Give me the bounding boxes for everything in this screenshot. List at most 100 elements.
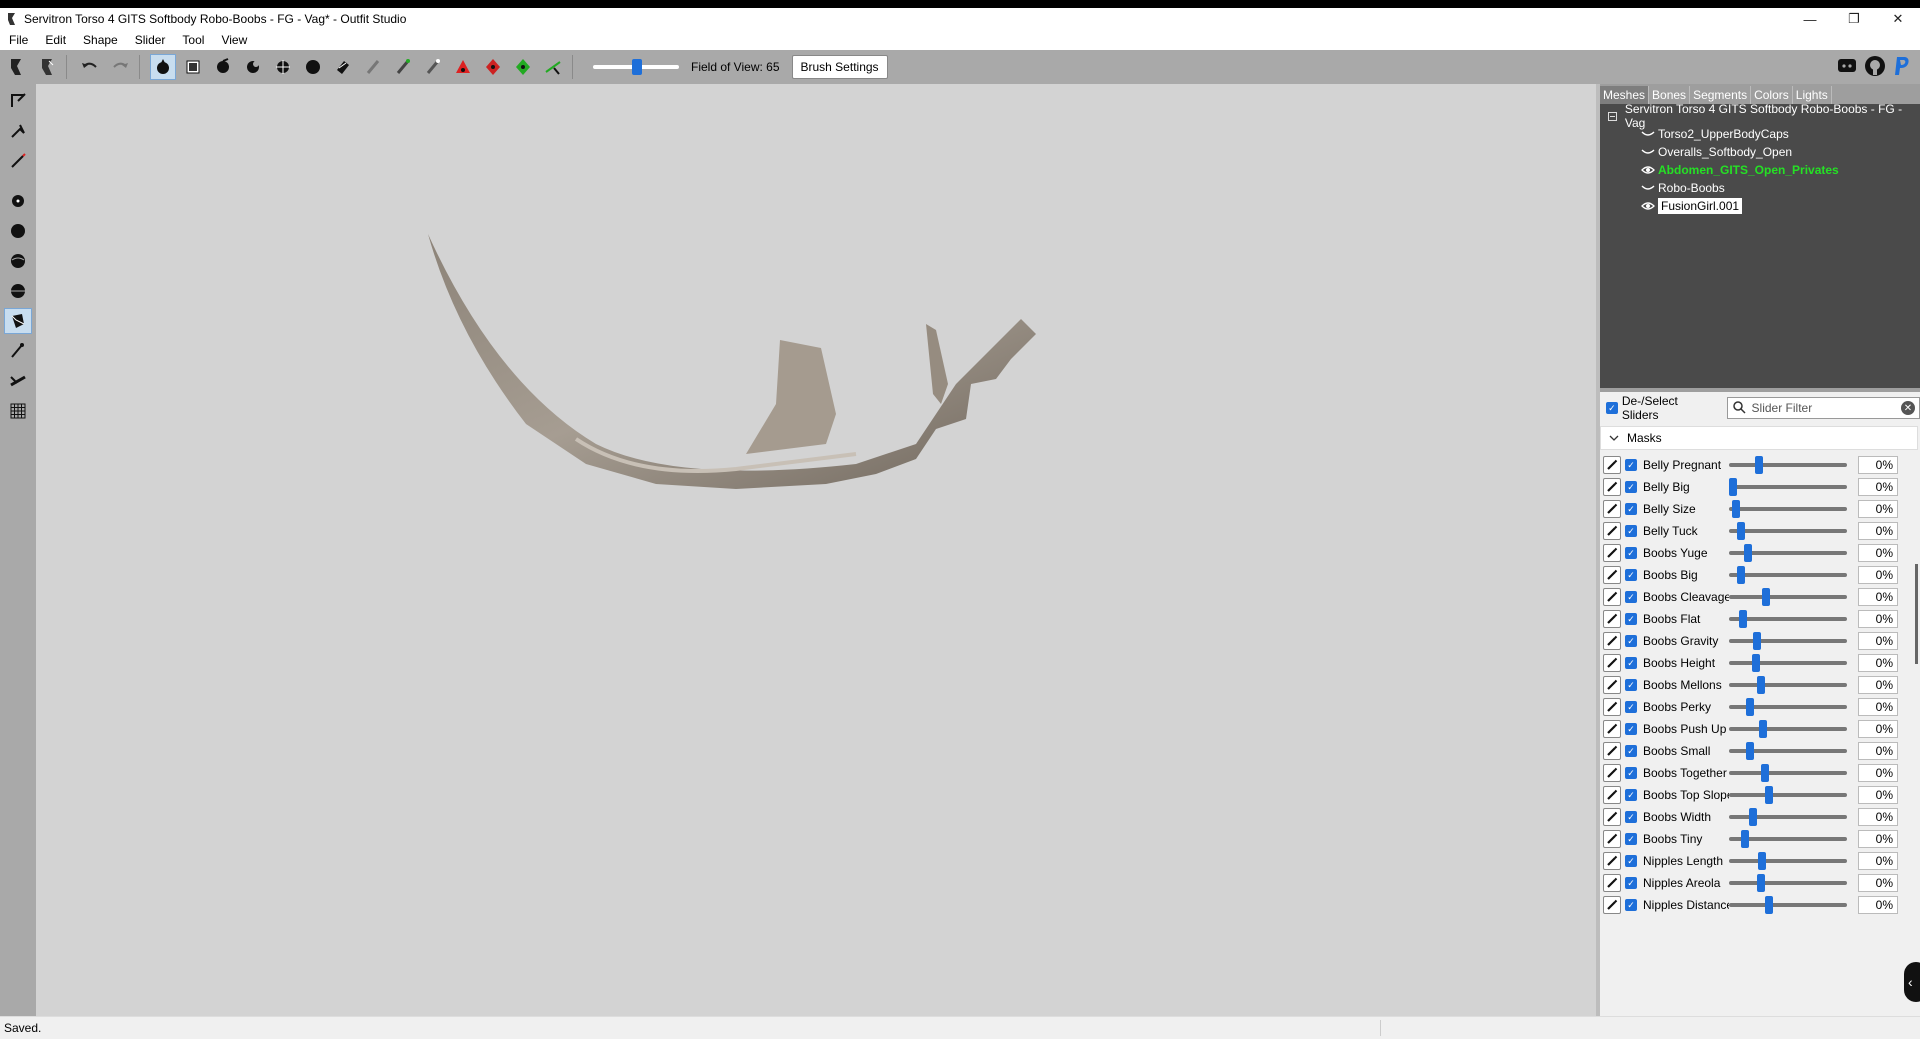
slider-track[interactable] — [1729, 896, 1847, 914]
edit-slider-icon[interactable] — [1603, 588, 1621, 606]
edit-slider-icon[interactable] — [1603, 720, 1621, 738]
slider-value[interactable]: 0% — [1858, 588, 1898, 606]
slider-knob[interactable] — [1741, 830, 1750, 848]
edit-slider-icon[interactable] — [1603, 632, 1621, 650]
slider-checkbox[interactable]: ✓ — [1625, 525, 1637, 537]
slider-track[interactable] — [1729, 852, 1847, 870]
slider-value[interactable]: 0% — [1858, 632, 1898, 650]
tree-item[interactable]: FusionGirl.001 — [1600, 197, 1920, 215]
slider-value[interactable]: 0% — [1858, 456, 1898, 474]
slider-value[interactable]: 0% — [1858, 830, 1898, 848]
slider-track[interactable] — [1729, 764, 1847, 782]
slider-checkbox[interactable]: ✓ — [1625, 789, 1637, 801]
mirror-logo-icon[interactable] — [34, 54, 60, 80]
hidden-eye-icon[interactable] — [1640, 182, 1656, 194]
edit-slider-icon[interactable] — [1603, 478, 1621, 496]
slider-value[interactable]: 0% — [1858, 478, 1898, 496]
fov-slider[interactable] — [593, 59, 679, 75]
eraser-icon[interactable] — [330, 54, 356, 80]
edit-slider-icon[interactable] — [1603, 786, 1621, 804]
slider-track[interactable] — [1729, 742, 1847, 760]
paint-brush-icon[interactable] — [420, 54, 446, 80]
sphere-shaded-icon[interactable] — [4, 248, 32, 274]
edit-slider-icon[interactable] — [1603, 896, 1621, 914]
slider-value[interactable]: 0% — [1858, 852, 1898, 870]
slider-checkbox[interactable]: ✓ — [1625, 481, 1637, 493]
slider-track[interactable] — [1729, 632, 1847, 650]
minimize-button[interactable]: — — [1788, 8, 1832, 30]
menu-view[interactable]: View — [212, 33, 255, 47]
slider-checkbox[interactable]: ✓ — [1625, 569, 1637, 581]
slider-track[interactable] — [1729, 676, 1847, 694]
menu-tool[interactable]: Tool — [173, 33, 212, 47]
slider-checkbox[interactable]: ✓ — [1625, 635, 1637, 647]
slider-track[interactable] — [1729, 566, 1847, 584]
tree-item[interactable]: Abdomen_GITS_Open_Privates — [1600, 161, 1920, 179]
edit-slider-icon[interactable] — [1603, 566, 1621, 584]
eye-icon[interactable] — [1640, 200, 1656, 212]
edit-slider-icon[interactable] — [1603, 698, 1621, 716]
edit-slider-icon[interactable] — [1603, 852, 1621, 870]
slider-checkbox[interactable]: ✓ — [1625, 503, 1637, 515]
slider-filter-input[interactable]: Slider Filter ✕ — [1726, 397, 1920, 419]
slider-track[interactable] — [1729, 830, 1847, 848]
slider-value[interactable]: 0% — [1858, 786, 1898, 804]
vertex-red-icon[interactable] — [450, 54, 476, 80]
slider-knob[interactable] — [1756, 874, 1765, 892]
slider-checkbox[interactable]: ✓ — [1625, 745, 1637, 757]
slider-knob[interactable] — [1745, 742, 1754, 760]
slider-knob[interactable] — [1738, 610, 1747, 628]
slider-value[interactable]: 0% — [1858, 676, 1898, 694]
slider-track[interactable] — [1729, 720, 1847, 738]
slider-knob[interactable] — [1748, 808, 1757, 826]
slider-value[interactable]: 0% — [1858, 566, 1898, 584]
slider-knob[interactable] — [1736, 522, 1745, 540]
slider-value[interactable]: 0% — [1858, 698, 1898, 716]
slider-checkbox[interactable]: ✓ — [1625, 613, 1637, 625]
slider-checkbox[interactable]: ✓ — [1625, 591, 1637, 603]
slider-track[interactable] — [1729, 478, 1847, 496]
mask-brush-icon[interactable] — [180, 54, 206, 80]
hidden-eye-icon[interactable] — [1640, 146, 1656, 158]
pivot-icon[interactable] — [4, 118, 32, 144]
menu-shape[interactable]: Shape — [74, 33, 126, 47]
edit-slider-icon[interactable] — [1603, 610, 1621, 628]
hidden-eye-icon[interactable] — [1640, 128, 1656, 140]
weight-brush-icon[interactable] — [360, 54, 386, 80]
slider-track[interactable] — [1729, 500, 1847, 518]
segment-icon[interactable] — [4, 368, 32, 394]
menu-file[interactable]: File — [0, 33, 36, 47]
slider-knob[interactable] — [1753, 632, 1762, 650]
select-brush-icon[interactable] — [150, 54, 176, 80]
weight-brush-green-icon[interactable] — [390, 54, 416, 80]
menu-slider[interactable]: Slider — [126, 33, 174, 47]
restore-button[interactable]: ❐ — [1832, 8, 1876, 30]
check-icon[interactable]: ✓ — [1606, 402, 1618, 414]
tree-divider[interactable] — [1600, 388, 1920, 392]
smooth-brush-icon[interactable] — [300, 54, 326, 80]
transform-icon[interactable] — [4, 88, 32, 114]
slider-knob[interactable] — [1757, 852, 1766, 870]
slider-checkbox[interactable]: ✓ — [1625, 657, 1637, 669]
3d-viewport[interactable] — [36, 84, 1596, 1016]
slider-track[interactable] — [1729, 654, 1847, 672]
slider-knob[interactable] — [1752, 654, 1761, 672]
collapse-icon[interactable] — [1608, 111, 1617, 121]
texture-icon[interactable] — [4, 308, 32, 334]
slider-scrollbar[interactable] — [1914, 454, 1920, 1016]
edit-slider-icon[interactable] — [1603, 742, 1621, 760]
edit-slider-icon[interactable] — [1603, 764, 1621, 782]
edit-slider-icon[interactable] — [1603, 808, 1621, 826]
undo-icon[interactable] — [77, 54, 103, 80]
slider-checkbox[interactable]: ✓ — [1625, 833, 1637, 845]
slider-knob[interactable] — [1765, 786, 1774, 804]
grid-icon[interactable] — [4, 398, 32, 424]
slider-checkbox[interactable]: ✓ — [1625, 899, 1637, 911]
slider-knob[interactable] — [1758, 720, 1767, 738]
tree-item[interactable]: Overalls_Softbody_Open — [1600, 143, 1920, 161]
collapse-panel-button[interactable]: ‹ — [1904, 962, 1920, 1002]
slider-track[interactable] — [1729, 698, 1847, 716]
collapse-vertex-icon[interactable] — [540, 54, 566, 80]
slider-knob[interactable] — [1732, 500, 1741, 518]
edit-slider-icon[interactable] — [1603, 830, 1621, 848]
